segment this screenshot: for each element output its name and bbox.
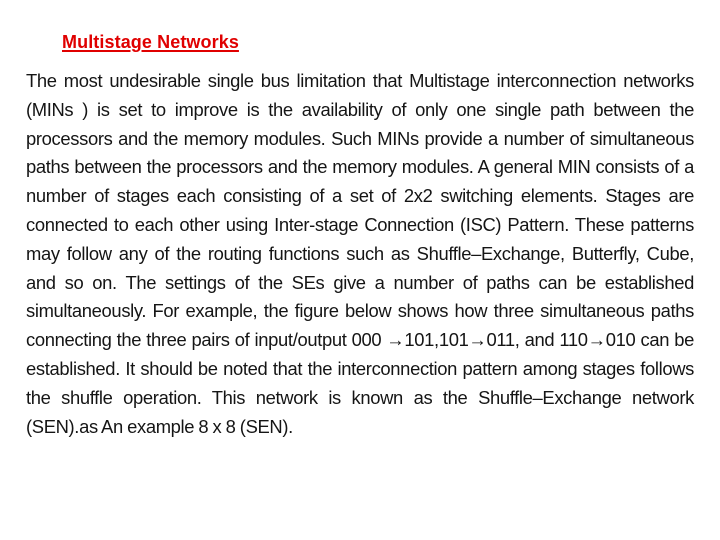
slide: Multistage Networks The most undesirable… [0, 0, 720, 540]
slide-title: Multistage Networks [62, 32, 239, 52]
slide-body-paragraph: The most undesirable single bus limitati… [26, 70, 694, 437]
